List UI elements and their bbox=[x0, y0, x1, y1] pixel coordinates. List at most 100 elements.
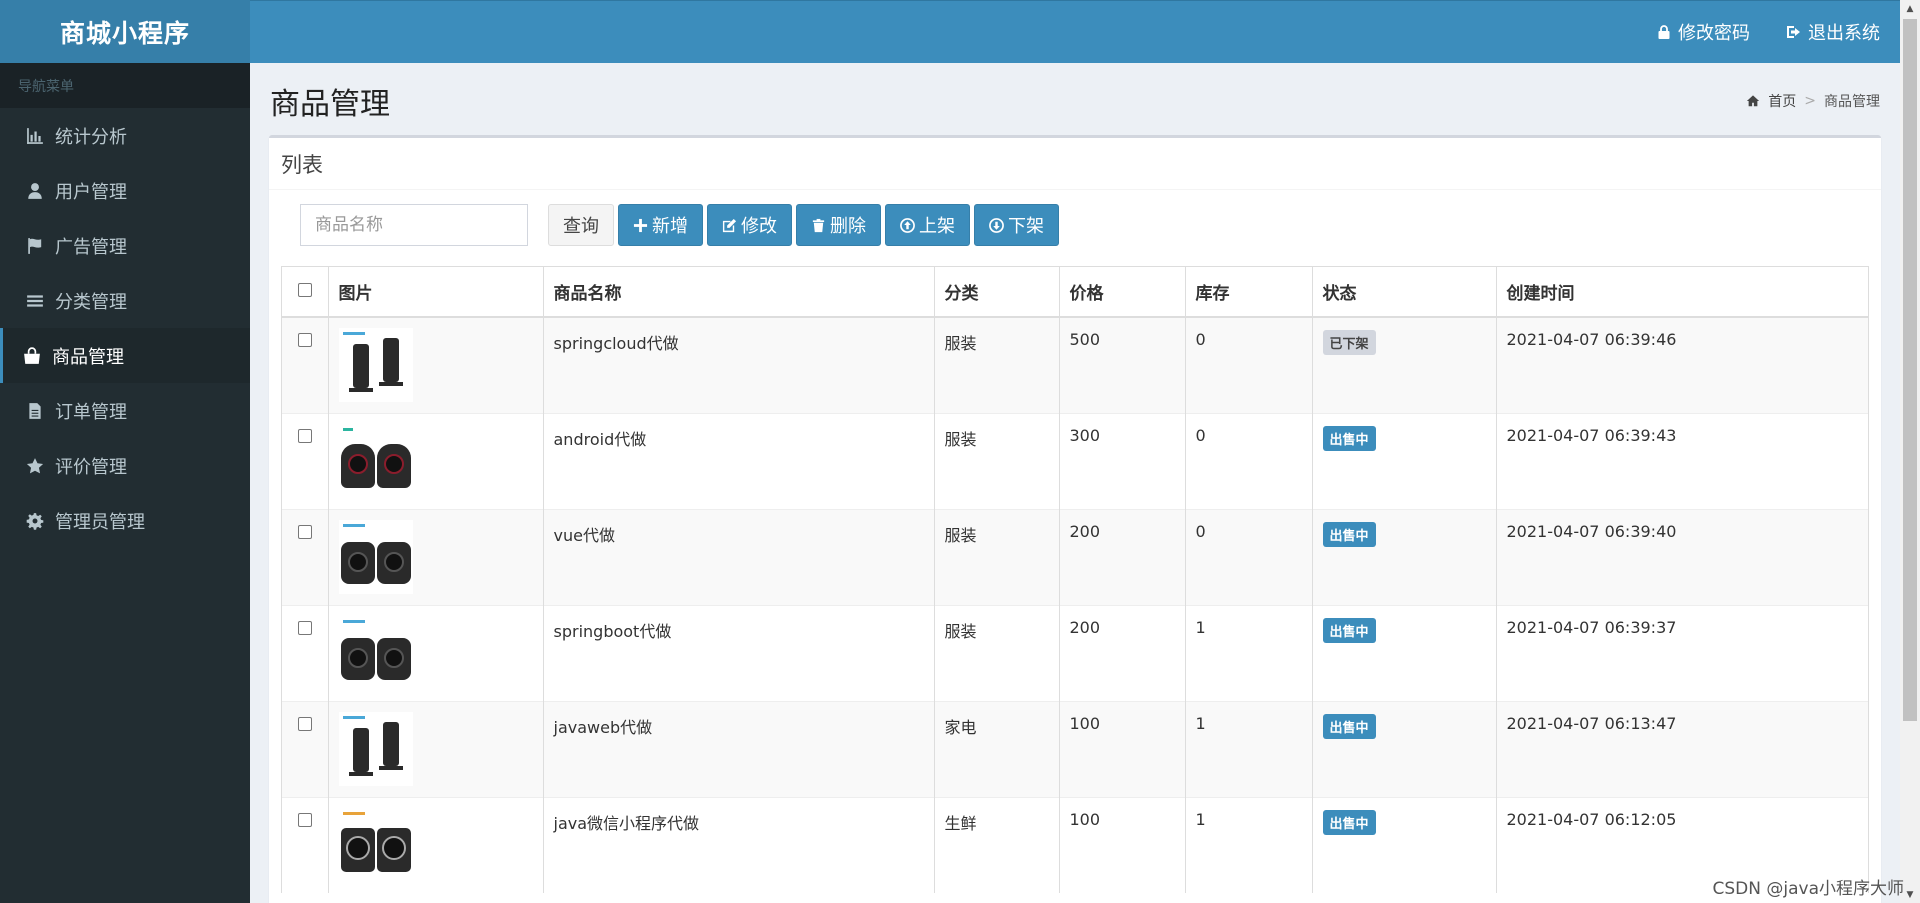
product-price: 200 bbox=[1059, 604, 1186, 701]
product-stock: 1 bbox=[1185, 700, 1313, 797]
table-row[interactable]: java微信小程序代做 生鲜 100 1 出售中 2021-04-07 06:1… bbox=[282, 796, 1868, 893]
column-header: 商品名称 bbox=[543, 267, 935, 318]
on-shelf-button-label: 上架 bbox=[919, 216, 955, 237]
product-category: 生鲜 bbox=[934, 796, 1060, 893]
bar-chart-icon bbox=[25, 127, 45, 145]
table-row[interactable]: springboot代做 服装 200 1 出售中 2021-04-07 06:… bbox=[282, 604, 1868, 701]
edit-icon bbox=[722, 218, 737, 232]
off-shelf-button[interactable]: 下架 bbox=[974, 204, 1059, 246]
product-image bbox=[338, 328, 413, 402]
product-stock: 0 bbox=[1185, 412, 1313, 509]
app-logo[interactable]: 商城小程序 bbox=[0, 0, 250, 63]
row-checkbox-cell[interactable] bbox=[282, 412, 329, 509]
page-scrollbar[interactable]: ▲ ▼ bbox=[1900, 0, 1920, 903]
sidebar-item-admins[interactable]: 管理员管理 bbox=[0, 493, 250, 548]
product-image-cell bbox=[328, 508, 544, 605]
product-name-search-input[interactable] bbox=[300, 204, 528, 246]
delete-button[interactable]: 删除 bbox=[796, 204, 881, 246]
product-image bbox=[338, 423, 413, 498]
table-row[interactable]: vue代做 服装 200 0 出售中 2021-04-07 06:39:40 bbox=[282, 508, 1868, 605]
product-created-time: 2021-04-07 06:39:46 bbox=[1496, 316, 1868, 413]
row-checkbox[interactable] bbox=[297, 428, 312, 443]
sidebar-item-label: 商品管理 bbox=[52, 346, 124, 368]
off-shelf-button-label: 下架 bbox=[1008, 216, 1044, 237]
delete-button-label: 删除 bbox=[830, 216, 866, 237]
sidebar-item-reviews[interactable]: 评价管理 bbox=[0, 438, 250, 493]
column-header: 分类 bbox=[934, 267, 1060, 318]
change-password-link[interactable]: 修改密码 bbox=[1656, 19, 1750, 45]
row-checkbox-cell[interactable] bbox=[282, 508, 329, 605]
sidebar-item-label: 用户管理 bbox=[55, 181, 127, 203]
scroll-up-arrow-icon[interactable]: ▲ bbox=[1900, 0, 1920, 17]
row-checkbox[interactable] bbox=[297, 524, 312, 539]
breadcrumb: 首页 > 商品管理 bbox=[1746, 91, 1880, 111]
top-navbar: 修改密码 退出系统 bbox=[250, 0, 1900, 63]
table-row[interactable]: springcloud代做 服装 500 0 已下架 2021-04-07 06… bbox=[282, 316, 1868, 413]
on-shelf-button[interactable]: 上架 bbox=[885, 204, 970, 246]
product-price: 200 bbox=[1059, 508, 1186, 605]
breadcrumb-home[interactable]: 首页 bbox=[1768, 91, 1796, 111]
product-table: 图片 商品名称 分类 价格 库存 状态 创建时间 springcloud代做 服… bbox=[281, 266, 1869, 893]
product-category: 服装 bbox=[934, 412, 1060, 509]
product-stock: 1 bbox=[1185, 604, 1313, 701]
lock-icon bbox=[1658, 25, 1670, 39]
breadcrumb-separator: > bbox=[1804, 93, 1816, 109]
product-name: android代做 bbox=[543, 412, 935, 509]
row-checkbox-cell[interactable] bbox=[282, 604, 329, 701]
list-box: 列表 查询 新增 修改 删除 上架 下架 bbox=[269, 135, 1881, 903]
change-password-label: 修改密码 bbox=[1678, 23, 1750, 44]
product-image bbox=[338, 807, 413, 882]
product-image-cell bbox=[328, 796, 544, 893]
sidebar-item-label: 订单管理 bbox=[55, 401, 127, 423]
table-header-row: 图片 商品名称 分类 价格 库存 状态 创建时间 bbox=[282, 267, 1868, 318]
column-header: 价格 bbox=[1059, 267, 1186, 318]
box-title: 列表 bbox=[269, 138, 1881, 190]
add-button[interactable]: 新增 bbox=[618, 204, 703, 246]
row-checkbox-cell[interactable] bbox=[282, 796, 329, 893]
table-row[interactable]: javaweb代做 家电 100 1 出售中 2021-04-07 06:13:… bbox=[282, 700, 1868, 797]
product-category: 家电 bbox=[934, 700, 1060, 797]
scrollbar-thumb[interactable] bbox=[1903, 19, 1917, 721]
sidebar-item-products[interactable]: 商品管理 bbox=[0, 328, 250, 383]
row-checkbox[interactable] bbox=[297, 812, 312, 827]
breadcrumb-current: 商品管理 bbox=[1824, 94, 1880, 110]
sidebar-item-orders[interactable]: 订单管理 bbox=[0, 383, 250, 438]
sidebar-item-ads[interactable]: 广告管理 bbox=[0, 218, 250, 273]
table-row[interactable]: android代做 服装 300 0 出售中 2021-04-07 06:39:… bbox=[282, 412, 1868, 509]
sidebar-item-categories[interactable]: 分类管理 bbox=[0, 273, 250, 328]
sidebar-item-label: 广告管理 bbox=[55, 236, 127, 258]
product-stock: 1 bbox=[1185, 796, 1313, 893]
product-price: 500 bbox=[1059, 316, 1186, 413]
product-image bbox=[338, 711, 413, 786]
edit-button[interactable]: 修改 bbox=[707, 204, 792, 246]
content-wrapper: 商品管理 首页 > 商品管理 列表 查询 新增 修改 删除 上架 bbox=[250, 63, 1900, 903]
plus-icon bbox=[633, 218, 648, 232]
product-created-time: 2021-04-07 06:39:43 bbox=[1496, 412, 1868, 509]
product-category: 服装 bbox=[934, 316, 1060, 413]
status-badge: 出售中 bbox=[1322, 809, 1376, 835]
row-checkbox-cell[interactable] bbox=[282, 700, 329, 797]
product-stock: 0 bbox=[1185, 508, 1313, 605]
watermark: CSDN @java小程序大师 bbox=[1712, 879, 1905, 899]
user-icon bbox=[25, 182, 45, 200]
select-all-checkbox[interactable] bbox=[297, 282, 312, 297]
select-all-checkbox-cell[interactable] bbox=[282, 267, 329, 318]
product-image-cell bbox=[328, 604, 544, 701]
row-checkbox[interactable] bbox=[297, 620, 312, 635]
product-image-cell bbox=[328, 316, 544, 413]
sidebar-item-users[interactable]: 用户管理 bbox=[0, 163, 250, 218]
product-name: springboot代做 bbox=[543, 604, 935, 701]
row-checkbox-cell[interactable] bbox=[282, 316, 329, 413]
logout-link[interactable]: 退出系统 bbox=[1786, 19, 1880, 45]
product-status-cell: 已下架 bbox=[1312, 316, 1497, 413]
sidebar-item-label: 分类管理 bbox=[55, 291, 127, 313]
page-title: 商品管理 bbox=[270, 87, 390, 122]
add-button-label: 新增 bbox=[652, 216, 688, 237]
sidebar-item-statistics[interactable]: 统计分析 bbox=[0, 108, 250, 163]
row-checkbox[interactable] bbox=[297, 333, 312, 347]
row-checkbox[interactable] bbox=[297, 716, 312, 731]
product-created-time: 2021-04-07 06:39:40 bbox=[1496, 508, 1868, 605]
query-button[interactable]: 查询 bbox=[548, 204, 614, 246]
arrow-circle-down-icon bbox=[989, 217, 1004, 233]
status-badge: 出售中 bbox=[1322, 713, 1376, 739]
